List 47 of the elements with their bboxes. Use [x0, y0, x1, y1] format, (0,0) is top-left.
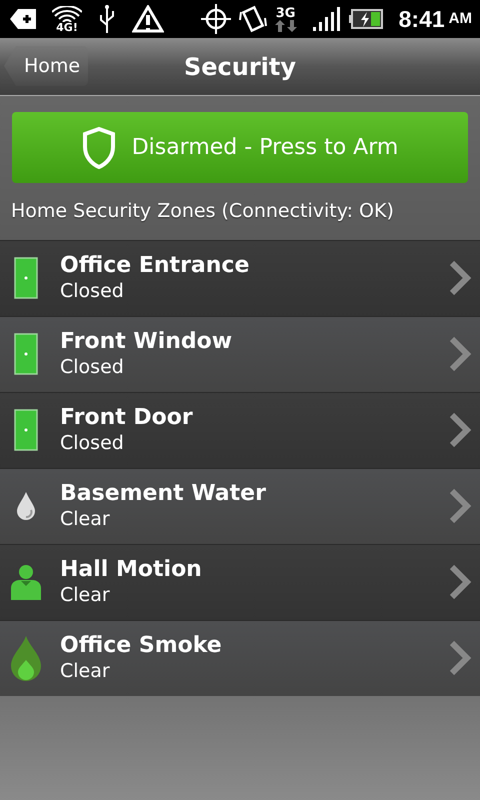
zone-row[interactable]: Front Door Closed — [0, 392, 480, 468]
zone-status: Closed — [60, 280, 125, 303]
zone-row[interactable]: Office Entrance Closed — [0, 240, 480, 316]
zone-row[interactable]: Office Smoke Clear — [0, 620, 480, 696]
zone-status: Clear — [60, 584, 111, 607]
zone-status: Clear — [60, 508, 111, 531]
back-button[interactable]: Home — [4, 46, 88, 86]
signal-icon — [312, 7, 341, 31]
door-icon — [14, 257, 38, 299]
chevron-icon — [448, 336, 472, 372]
data-arrows-icon — [274, 20, 297, 32]
shield-icon — [82, 126, 116, 168]
chevron-icon — [448, 640, 472, 676]
network-type-label: 3G — [276, 6, 296, 20]
zone-name: Basement Water — [60, 481, 267, 508]
door-icon — [14, 409, 38, 451]
crosshair-icon — [200, 4, 231, 34]
warning-icon — [132, 5, 164, 33]
chevron-icon — [448, 412, 472, 448]
zone-name: Office Entrance — [60, 253, 250, 280]
section-heading: Home Security Zones (Connectivity: OK) — [10, 199, 395, 224]
usb-icon — [98, 5, 116, 33]
zone-name: Office Smoke — [60, 633, 223, 660]
chevron-icon — [448, 488, 472, 524]
network-type-label: 4G! — [56, 22, 78, 32]
zone-row[interactable]: Hall Motion Clear — [0, 544, 480, 620]
zone-status: Clear — [60, 660, 111, 683]
clock-meridiem: AM — [448, 8, 472, 29]
zone-name: Front Door — [60, 405, 194, 432]
rotate-icon — [238, 4, 267, 34]
clock-time: 8:41 — [398, 4, 445, 34]
zone-status: Closed — [60, 432, 125, 455]
notification-icon — [10, 7, 36, 31]
door-icon — [14, 333, 38, 375]
droplet-icon — [15, 491, 37, 521]
zone-name: Hall Motion — [60, 557, 203, 584]
zone-row[interactable]: Front Window Closed — [0, 316, 480, 392]
chevron-icon — [448, 564, 472, 600]
person-icon — [10, 564, 42, 600]
chevron-icon — [448, 260, 472, 296]
flame-icon — [10, 635, 42, 681]
zone-name: Front Window — [60, 329, 234, 356]
screen-title: Security — [184, 52, 296, 83]
zone-status: Closed — [60, 356, 125, 379]
zone-row[interactable]: Basement Water Clear — [0, 468, 480, 544]
wifi-icon — [52, 6, 82, 22]
battery-icon — [348, 9, 383, 29]
